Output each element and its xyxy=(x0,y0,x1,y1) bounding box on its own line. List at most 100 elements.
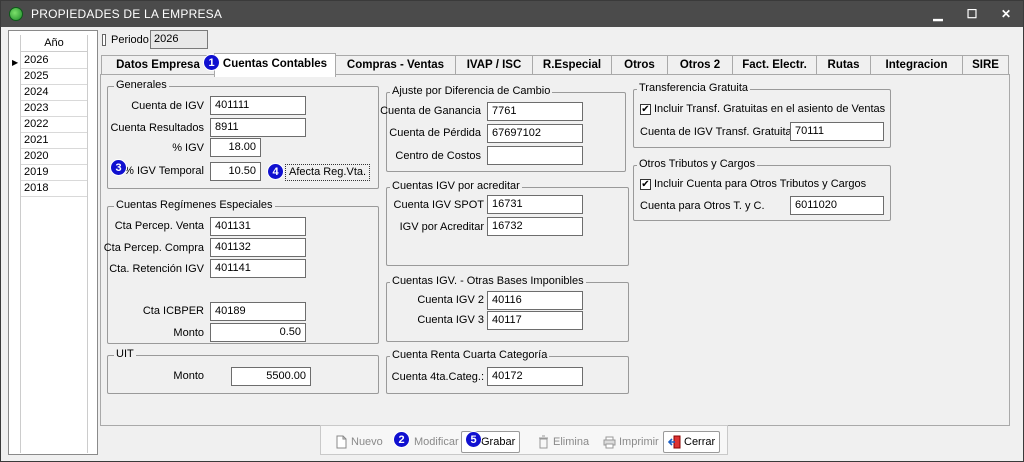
cerrar-button[interactable]: Cerrar xyxy=(663,431,721,453)
igv2-label: Cuenta IGV 2 xyxy=(417,294,484,306)
title-bar[interactable]: PROPIEDADES DE LA EMPRESA ▁ ☐ ✕ xyxy=(1,1,1023,27)
pct-igv-temporal-field[interactable]: 10.50 xyxy=(210,162,261,181)
cerrar-label: Cerrar xyxy=(684,436,716,448)
year-row[interactable]: 2019 xyxy=(21,165,87,181)
transf-cuenta-field[interactable]: 70111 xyxy=(790,122,884,141)
tab-rutas[interactable]: Rutas xyxy=(816,55,871,76)
year-row[interactable]: 2021 xyxy=(21,133,87,149)
centro-costos-label: Centro de Costos xyxy=(395,150,481,162)
igv2-field[interactable]: 40116 xyxy=(487,291,583,310)
otros-tributos-cuenta-field[interactable]: 6011020 xyxy=(790,196,884,215)
pct-igv-temporal-label: % IGV Temporal xyxy=(124,165,204,177)
otros-tributos-check-label: Incluir Cuenta para Otros Tributos y Car… xyxy=(654,178,867,190)
close-icon[interactable]: ✕ xyxy=(989,1,1023,27)
group-otros-tributos: Otros Tributos y Cargos ✔ Incluir Cuenta… xyxy=(633,158,891,221)
group-generales: Generales Cuenta de IGV 401111 Cuenta Re… xyxy=(107,79,379,189)
year-row[interactable]: 2026 xyxy=(21,53,87,69)
exit-door-icon xyxy=(668,435,681,449)
tab-ivap-isc[interactable]: IVAP / ISC xyxy=(455,55,533,76)
tab-compras-ventas[interactable]: Compras - Ventas xyxy=(335,55,456,76)
year-column-header: Año xyxy=(21,35,87,52)
group-title: Cuentas Regímenes Especiales xyxy=(114,199,275,211)
maximize-icon[interactable]: ☐ xyxy=(955,1,989,27)
group-transferencia-gratuita: Transferencia Gratuita ✔ Incluir Transf.… xyxy=(633,82,891,148)
igv-acreditar-label: IGV por Acreditar xyxy=(399,221,484,233)
step-badge-2: 2 xyxy=(393,431,410,448)
ganancia-field[interactable]: 7761 xyxy=(487,102,583,121)
transf-cuenta-label: Cuenta de IGV Transf. Gratuita xyxy=(640,126,792,138)
trash-icon xyxy=(539,435,548,449)
year-row[interactable]: 2018 xyxy=(21,181,87,197)
nuevo-button[interactable]: Nuevo xyxy=(331,431,387,453)
tab-page-cuentas-contables: Generales Cuenta de IGV 401111 Cuenta Re… xyxy=(100,74,1010,426)
otros-tributos-checkbox[interactable]: ✔ xyxy=(640,179,651,190)
uit-monto-field[interactable]: 5500.00 xyxy=(231,367,311,386)
elimina-button[interactable]: Elimina xyxy=(533,431,593,453)
group-title: Cuenta Renta Cuarta Categoría xyxy=(390,349,550,361)
renta-cuarta-field[interactable]: 40172 xyxy=(487,367,583,386)
imprimir-button[interactable]: Imprimir xyxy=(599,431,663,453)
renta-cuarta-label: Cuenta 4ta.Categ.: xyxy=(391,371,484,383)
cuenta-igv-field[interactable]: 401111 xyxy=(210,96,306,115)
icbper-field[interactable]: 40189 xyxy=(210,302,306,321)
group-title: UIT xyxy=(114,348,136,360)
tab-strip: Datos Empresa Cuentas Contables Compras … xyxy=(101,53,1009,77)
grid-line xyxy=(87,35,88,453)
igv3-label: Cuenta IGV 3 xyxy=(417,314,484,326)
year-list[interactable]: Año ▶ 2026 2025 2024 2023 2022 2021 2020… xyxy=(8,30,98,455)
afecta-reg-vta-checkbox[interactable]: Afecta Reg.Vta. xyxy=(285,164,371,181)
monto-field[interactable]: 0.50 xyxy=(210,323,306,342)
tab-cuentas-contables[interactable]: Cuentas Contables xyxy=(214,53,336,77)
properties-window: PROPIEDADES DE LA EMPRESA ▁ ☐ ✕ Año ▶ 20… xyxy=(0,0,1024,462)
tab-sire[interactable]: SIRE xyxy=(962,55,1009,76)
year-row[interactable]: 2022 xyxy=(21,117,87,133)
periodo-field: 2026 xyxy=(150,30,208,49)
group-title: Otros Tributos y Cargos xyxy=(637,158,758,170)
igv-acreditar-field[interactable]: 16732 xyxy=(487,217,583,236)
group-title: Generales xyxy=(114,79,169,91)
retencion-field[interactable]: 401141 xyxy=(210,259,306,278)
step-badge-3: 3 xyxy=(110,159,127,176)
cuenta-resultados-label: Cuenta Resultados xyxy=(110,122,204,134)
year-row[interactable]: 2025 xyxy=(21,69,87,85)
tab-otros[interactable]: Otros xyxy=(611,55,668,76)
year-row[interactable]: 2023 xyxy=(21,101,87,117)
pct-igv-field[interactable]: 18.00 xyxy=(210,138,261,157)
igv-spot-field[interactable]: 16731 xyxy=(487,195,583,214)
minimize-icon[interactable]: ▁ xyxy=(921,1,955,27)
imprimir-label: Imprimir xyxy=(619,436,659,448)
transf-gratuita-check-label: Incluir Transf. Gratuitas en el asiento … xyxy=(654,103,886,115)
tab-datos-empresa[interactable]: Datos Empresa xyxy=(101,55,215,76)
cuenta-igv-label: Cuenta de IGV xyxy=(131,100,204,112)
periodo-label: Periodo xyxy=(111,34,149,46)
percep-venta-field[interactable]: 401131 xyxy=(210,217,306,236)
igv3-field[interactable]: 40117 xyxy=(487,311,583,330)
tab-otros-2[interactable]: Otros 2 xyxy=(667,55,733,76)
group-uit: UIT Monto 5500.00 xyxy=(107,348,379,394)
percep-compra-field[interactable]: 401132 xyxy=(210,238,306,257)
year-row[interactable]: 2020 xyxy=(21,149,87,165)
percep-venta-label: Cta Percep. Venta xyxy=(114,220,204,232)
centro-costos-field[interactable] xyxy=(487,146,583,165)
tab-fact-electr[interactable]: Fact. Electr. xyxy=(732,55,817,76)
cuenta-resultados-field[interactable]: 8911 xyxy=(210,118,306,137)
retencion-label: Cta. Retención IGV xyxy=(109,263,204,275)
perdida-field[interactable]: 67697102 xyxy=(487,124,583,143)
perdida-label: Cuenta de Pérdida xyxy=(389,127,481,139)
tab-integracion[interactable]: Integracion xyxy=(870,55,963,76)
group-title: Cuentas IGV por acreditar xyxy=(390,180,522,192)
year-row[interactable]: 2024 xyxy=(21,85,87,101)
transf-gratuita-checkbox[interactable]: ✔ xyxy=(640,104,651,115)
tab-r-especial[interactable]: R.Especial xyxy=(532,55,612,76)
printer-icon xyxy=(603,436,616,449)
step-badge-1: 1 xyxy=(203,54,220,71)
step-badge-5: 5 xyxy=(465,431,482,448)
percep-compra-label: Cta Percep. Compra xyxy=(103,242,204,254)
step-badge-4: 4 xyxy=(267,163,284,180)
periodo-marker xyxy=(102,34,106,46)
pct-igv-label: % IGV xyxy=(172,142,204,154)
group-otras-bases-imponibles: Cuentas IGV. - Otras Bases Imponibles Cu… xyxy=(386,275,629,342)
nuevo-label: Nuevo xyxy=(351,436,383,448)
elimina-label: Elimina xyxy=(553,436,590,448)
bottom-toolbar: Nuevo Modificar Grabar Elimina Imprimir … xyxy=(320,425,728,455)
